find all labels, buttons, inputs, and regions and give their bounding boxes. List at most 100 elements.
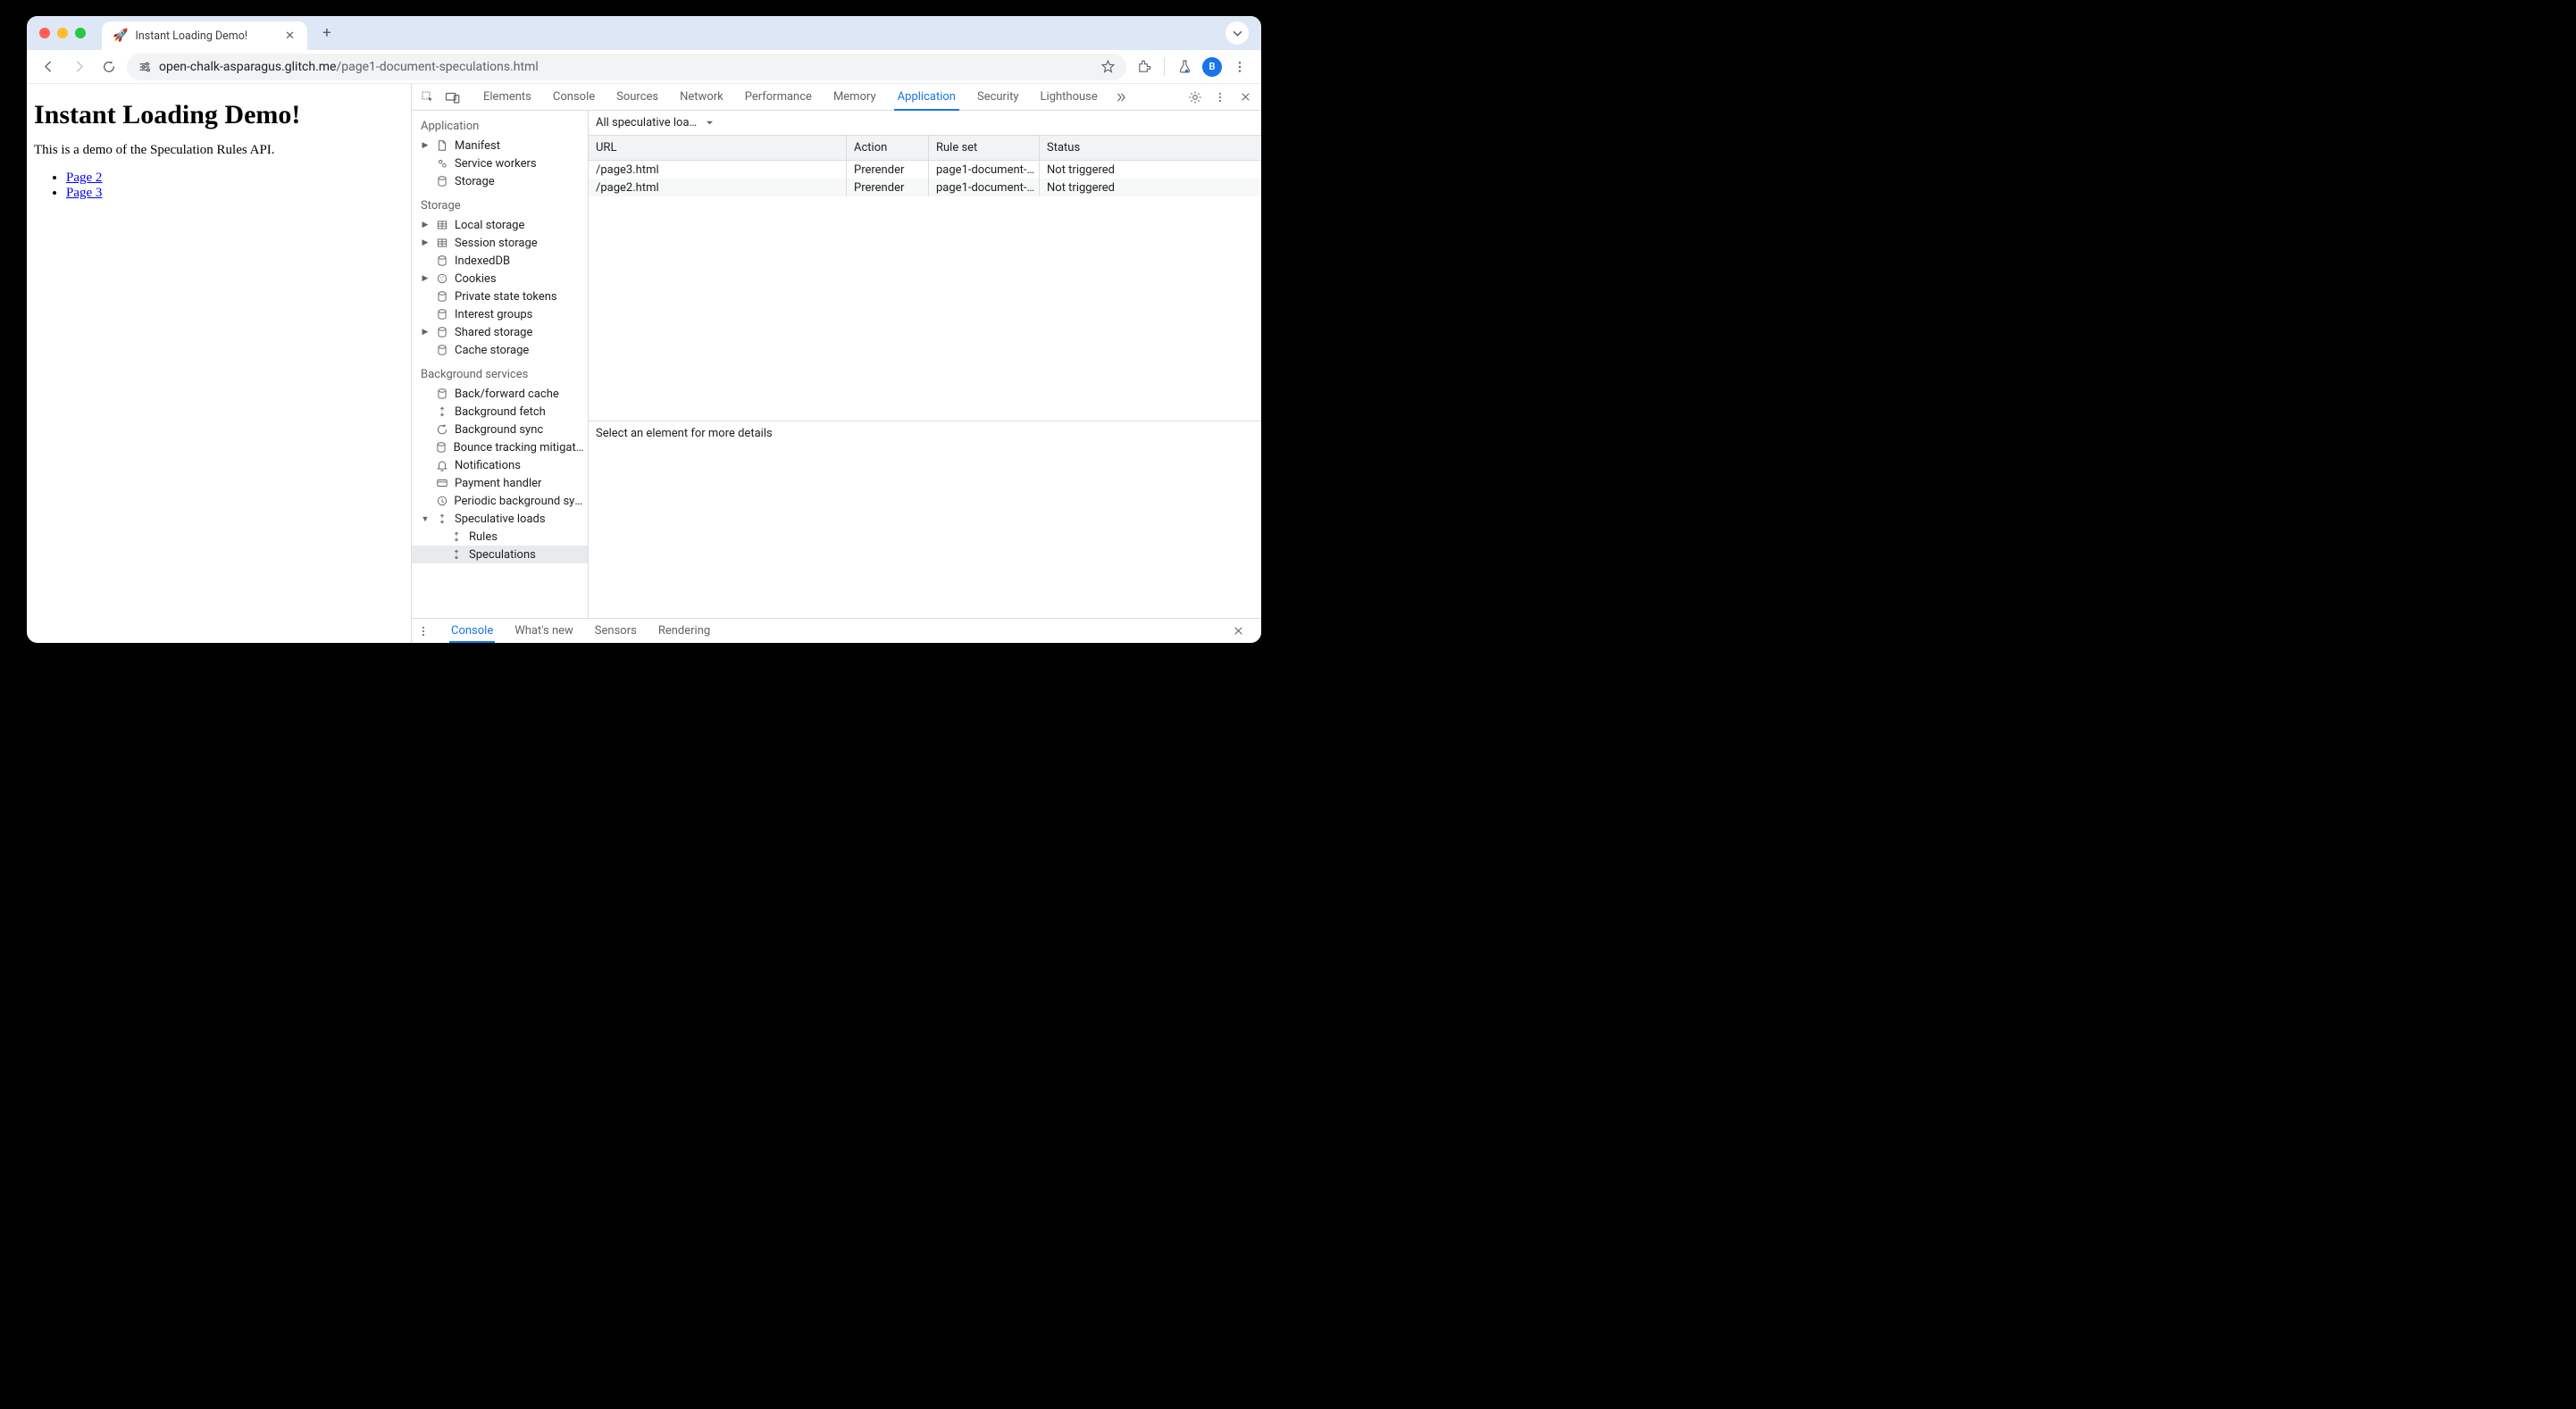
devtools-tab-application[interactable]: Application <box>887 84 966 110</box>
sidebar-item-label: Periodic background sync <box>454 495 584 508</box>
column-header-status[interactable]: Status <box>1040 136 1261 160</box>
sidebar-item-notifications[interactable]: Notifications <box>412 456 588 474</box>
devtools-tab-memory[interactable]: Memory <box>823 84 887 110</box>
table-row[interactable]: /page3.htmlPrerenderpage1-document-…Not … <box>589 161 1261 179</box>
sidebar-item-label: Bounce tracking mitigation <box>454 441 584 454</box>
cell-action: Prerender <box>847 179 929 196</box>
sidebar-item-indexeddb[interactable]: IndexedDB <box>412 252 588 270</box>
sidebar-item-bounce-tracking-mitigation[interactable]: Bounce tracking mitigation <box>412 438 588 456</box>
speculations-table: URL Action Rule set Status /page3.htmlPr… <box>589 136 1261 421</box>
cylinder-icon <box>435 254 449 267</box>
drawer-tab-console[interactable]: Console <box>440 619 504 643</box>
device-toolbar-button[interactable] <box>440 84 465 110</box>
column-header-url[interactable]: URL <box>589 136 847 160</box>
minimize-window-button[interactable] <box>57 28 68 38</box>
sidebar-item-label: Rules <box>469 530 498 544</box>
page-link[interactable]: Page 3 <box>66 186 102 200</box>
toolbar: open-chalk-asparagus.glitch.me/page1-doc… <box>27 50 1261 84</box>
sidebar-item-back-forward-cache[interactable]: Back/forward cache <box>412 385 588 403</box>
more-tabs-button[interactable] <box>1108 84 1133 110</box>
page-link[interactable]: Page 2 <box>66 171 102 185</box>
sidebar-item-speculations[interactable]: Speculations <box>412 546 588 563</box>
sidebar-item-cookies[interactable]: ▶Cookies <box>412 270 588 288</box>
close-window-button[interactable] <box>39 28 50 38</box>
cylinder-icon <box>435 326 449 338</box>
labs-button[interactable] <box>1172 54 1197 79</box>
devtools-tab-sources[interactable]: Sources <box>606 84 669 110</box>
page-link-list: Page 2 Page 3 <box>27 171 411 201</box>
sidebar-item-private-state-tokens[interactable]: Private state tokens <box>412 288 588 305</box>
devtools-tab-performance[interactable]: Performance <box>734 84 823 110</box>
column-header-action[interactable]: Action <box>847 136 929 160</box>
drawer-tab-rendering[interactable]: Rendering <box>648 619 721 643</box>
speculation-filter-select[interactable]: All speculative loa… <box>596 116 714 129</box>
cell-ruleset: page1-document-… <box>929 179 1040 196</box>
traffic-lights <box>34 28 102 38</box>
sidebar-item-background-fetch[interactable]: Background fetch <box>412 403 588 421</box>
reload-button[interactable] <box>96 54 121 79</box>
sidebar-item-label: Speculative loads <box>455 513 546 526</box>
drawer-tab-what-s-new[interactable]: What's new <box>504 619 584 643</box>
maximize-window-button[interactable] <box>75 28 86 38</box>
column-header-ruleset[interactable]: Rule set <box>929 136 1040 160</box>
devtools-tab-elements[interactable]: Elements <box>473 84 542 110</box>
site-settings-icon[interactable] <box>138 60 152 74</box>
chrome-menu-button[interactable] <box>1227 54 1252 79</box>
sidebar-item-label: Manifest <box>455 139 500 153</box>
drawer-tab-sensors[interactable]: Sensors <box>584 619 648 643</box>
devtools-menu-button[interactable] <box>1208 84 1233 110</box>
sidebar-item-session-storage[interactable]: ▶Session storage <box>412 234 588 252</box>
address-bar[interactable]: open-chalk-asparagus.glitch.me/page1-doc… <box>127 54 1126 80</box>
devices-icon <box>445 90 461 104</box>
sidebar-item-cache-storage[interactable]: Cache storage <box>412 341 588 359</box>
new-tab-button[interactable]: + <box>316 26 338 41</box>
sidebar-item-label: Notifications <box>455 459 521 472</box>
sidebar-item-interest-groups[interactable]: Interest groups <box>412 305 588 323</box>
sync-icon <box>449 548 464 561</box>
devtools-tab-console[interactable]: Console <box>542 84 606 110</box>
sidebar-item-local-storage[interactable]: ▶Local storage <box>412 216 588 234</box>
forward-button[interactable] <box>66 54 91 79</box>
close-tab-button[interactable]: ✕ <box>281 29 298 43</box>
detail-pane: Select an element for more details <box>589 421 1261 618</box>
table-row[interactable]: /page2.htmlPrerenderpage1-document-…Not … <box>589 179 1261 196</box>
drawer-menu-button[interactable] <box>417 625 440 638</box>
devtools-settings-button[interactable] <box>1183 84 1208 110</box>
inspect-element-button[interactable] <box>415 84 440 110</box>
cylinder-icon <box>435 388 449 400</box>
arrow-right-icon <box>71 59 87 74</box>
sidebar-item-label: Session storage <box>455 237 538 250</box>
sidebar-item-rules[interactable]: Rules <box>412 528 588 546</box>
drawer-close-button[interactable] <box>1233 625 1256 637</box>
profile-avatar[interactable]: B <box>1202 57 1222 77</box>
devtools-tab-security[interactable]: Security <box>966 84 1030 110</box>
sidebar-item-speculative-loads[interactable]: ▼Speculative loads <box>412 510 588 528</box>
inspect-icon <box>421 90 435 104</box>
sidebar-item-manifest[interactable]: ▶Manifest <box>412 137 588 154</box>
chevron-right-icon: ▶ <box>421 274 430 283</box>
sidebar-item-service-workers[interactable]: Service workers <box>412 154 588 172</box>
devtools-tab-network[interactable]: Network <box>669 84 734 110</box>
cell-status: Not triggered <box>1040 161 1261 179</box>
back-button[interactable] <box>36 54 61 79</box>
devtools-tab-lighthouse[interactable]: Lighthouse <box>1030 84 1108 110</box>
browser-window: 🚀 Instant Loading Demo! ✕ + open-chalk-a… <box>27 16 1261 643</box>
page-heading: Instant Loading Demo! <box>27 100 411 130</box>
table-header-row: URL Action Rule set Status <box>589 136 1261 161</box>
sync-icon <box>435 405 449 418</box>
bookmark-button[interactable] <box>1100 59 1116 74</box>
devtools-close-button[interactable] <box>1233 84 1258 110</box>
puzzle-icon <box>1137 59 1152 74</box>
devtools-drawer: ConsoleWhat's newSensorsRendering <box>412 618 1261 643</box>
tab-search-button[interactable] <box>1225 21 1249 45</box>
sidebar-item-shared-storage[interactable]: ▶Shared storage <box>412 323 588 341</box>
application-sidebar[interactable]: Application▶ManifestService workersStora… <box>412 111 589 618</box>
sidebar-item-periodic-background-sync[interactable]: Periodic background sync <box>412 492 588 510</box>
sidebar-item-label: IndexedDB <box>455 254 510 268</box>
sidebar-item-payment-handler[interactable]: Payment handler <box>412 474 588 492</box>
sync-icon <box>435 513 449 525</box>
browser-tab[interactable]: 🚀 Instant Loading Demo! ✕ <box>102 21 307 50</box>
sidebar-item-storage[interactable]: Storage <box>412 172 588 190</box>
extensions-button[interactable] <box>1132 54 1157 79</box>
sidebar-item-background-sync[interactable]: Background sync <box>412 421 588 438</box>
